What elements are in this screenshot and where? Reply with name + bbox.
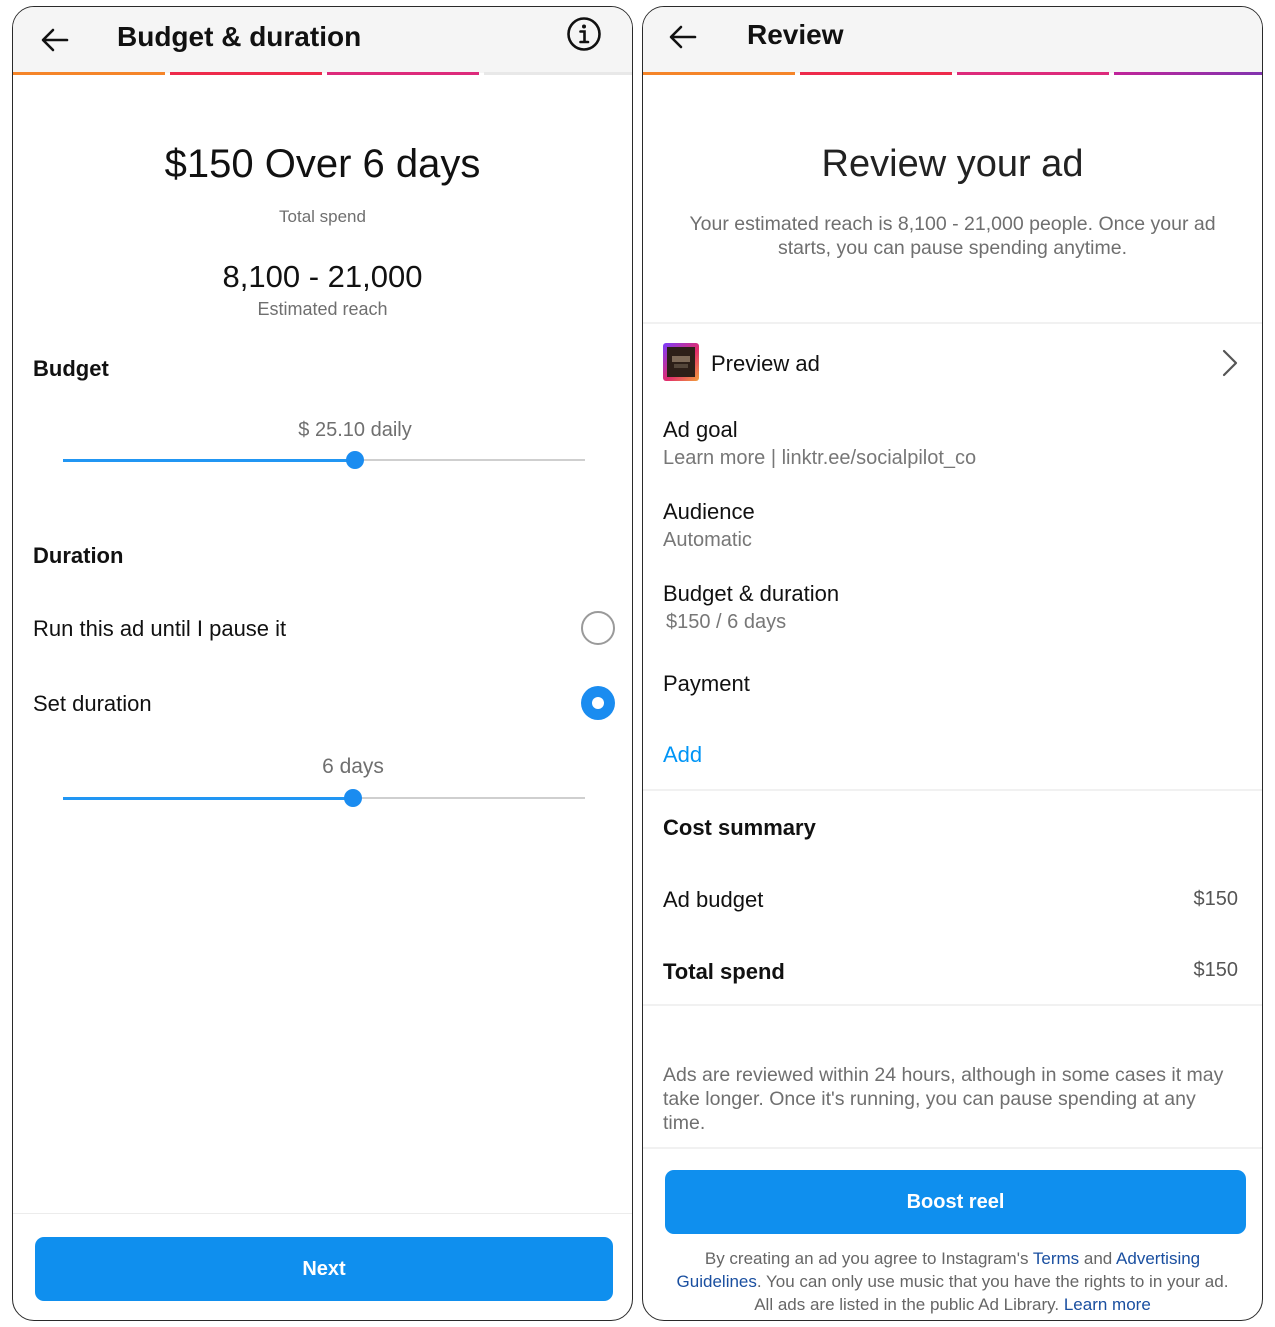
budget-duration-label: Budget & duration [663, 581, 840, 606]
advertising-guidelines-link[interactable]: Advertising [1116, 1249, 1200, 1268]
top-app-bar: Review [643, 7, 1262, 73]
budget-slider-thumb[interactable] [346, 451, 365, 469]
legal-text: By creating an ad you agree to Instagram… [704, 1249, 1033, 1268]
budget-heading: Budget [33, 356, 109, 381]
radio-button-unselected[interactable] [581, 611, 615, 645]
duration-slider-fill [63, 796, 354, 800]
audience-label: Audience [663, 499, 755, 524]
legal-text: All ads are listed in the public Ad Libr… [754, 1295, 1064, 1314]
back-arrow-icon[interactable] [39, 26, 71, 54]
section-divider [643, 789, 1262, 791]
budget-duration-screen: Budget & duration $150 Over 6 days Total… [12, 6, 633, 1321]
section-divider [643, 1147, 1262, 1149]
chevron-right-icon [1222, 349, 1238, 377]
ad-thumbnail [663, 343, 699, 381]
terms-link[interactable]: Terms [1033, 1249, 1079, 1268]
info-icon[interactable] [566, 16, 602, 52]
next-button[interactable]: Next [35, 1237, 613, 1301]
ad-goal-value: Learn more | linktr.ee/socialpilot_co [663, 447, 977, 469]
cost-summary-heading: Cost summary [663, 815, 816, 840]
progress-step-1 [643, 72, 795, 75]
intro-line-1: Your estimated reach is 8,100 - 21,000 p… [689, 213, 1216, 235]
notice-line-2: take longer. Once it's running, you can … [663, 1088, 1196, 1110]
estimated-reach-value: 8,100 - 21,000 [222, 259, 423, 294]
top-app-bar: Budget & duration [13, 7, 632, 73]
ad-budget-label: Ad budget [663, 887, 764, 912]
progress-step-2 [170, 72, 322, 75]
section-divider [643, 322, 1262, 324]
legal-line-3: All ads are listed in the public Ad Libr… [643, 1293, 1262, 1316]
progress-step-3 [327, 72, 479, 75]
review-intro-text: Your estimated reach is 8,100 - 21,000 p… [643, 212, 1262, 260]
notice-line-1: Ads are reviewed within 24 hours, althou… [663, 1064, 1224, 1086]
estimated-reach-caption: Estimated reach [257, 299, 388, 319]
footer-divider [13, 1213, 632, 1214]
total-spend-amount: $150 [1193, 959, 1239, 981]
option-label: Set duration [33, 691, 152, 716]
payment-label: Payment [663, 671, 750, 696]
screen-title: Review [747, 19, 844, 50]
progress-step-4 [484, 72, 632, 75]
intro-line-2: starts, you can pause spending anytime. [777, 237, 1128, 259]
screen-title: Budget & duration [117, 21, 362, 52]
ad-budget-amount: $150 [1193, 888, 1239, 910]
duration-heading: Duration [33, 543, 124, 568]
add-payment-link[interactable]: Add [663, 742, 702, 768]
preview-ad-label: Preview ad [711, 351, 820, 376]
radio-button-selected[interactable] [581, 686, 615, 720]
duration-days-label: 6 days [322, 755, 384, 778]
section-divider [643, 1004, 1262, 1006]
step-progress [643, 72, 1262, 76]
legal-text: and [1079, 1249, 1117, 1268]
total-spend-caption: Total spend [279, 207, 366, 226]
progress-step-3 [957, 72, 1109, 75]
option-label: Run this ad until I pause it [33, 616, 287, 641]
budget-slider-fill [63, 458, 356, 462]
legal-text: . You can only use music that you have t… [756, 1272, 1229, 1291]
progress-step-4 [1114, 72, 1262, 75]
legal-line-1: By creating an ad you agree to Instagram… [643, 1247, 1262, 1270]
duration-slider-thumb[interactable] [344, 789, 363, 807]
review-notice: Ads are reviewed within 24 hours, althou… [663, 1063, 1223, 1135]
ad-goal-label: Ad goal [663, 417, 738, 442]
notice-line-3: time. [663, 1112, 706, 1134]
learn-more-link[interactable]: Learn more [1064, 1295, 1151, 1314]
daily-budget-label: $ 25.10 daily [298, 419, 412, 441]
back-arrow-icon[interactable] [667, 23, 699, 51]
progress-step-1 [13, 72, 165, 75]
legal-disclaimer: By creating an ad you agree to Instagram… [643, 1247, 1262, 1316]
review-screen: Review Review your ad Your estimated rea… [642, 6, 1263, 1321]
step-progress [13, 72, 632, 76]
review-heading: Review your ad [821, 143, 1084, 185]
audience-value: Automatic [663, 529, 752, 551]
budget-duration-value: $150 / 6 days [666, 611, 787, 633]
boost-reel-button[interactable]: Boost reel [665, 1170, 1246, 1234]
progress-step-2 [800, 72, 952, 75]
total-spend-headline: $150 Over 6 days [164, 142, 481, 186]
total-spend-label: Total spend [663, 959, 785, 984]
legal-line-2: Guidelines. You can only use music that … [643, 1270, 1262, 1293]
advertising-guidelines-link-cont[interactable]: Guidelines [677, 1272, 757, 1291]
